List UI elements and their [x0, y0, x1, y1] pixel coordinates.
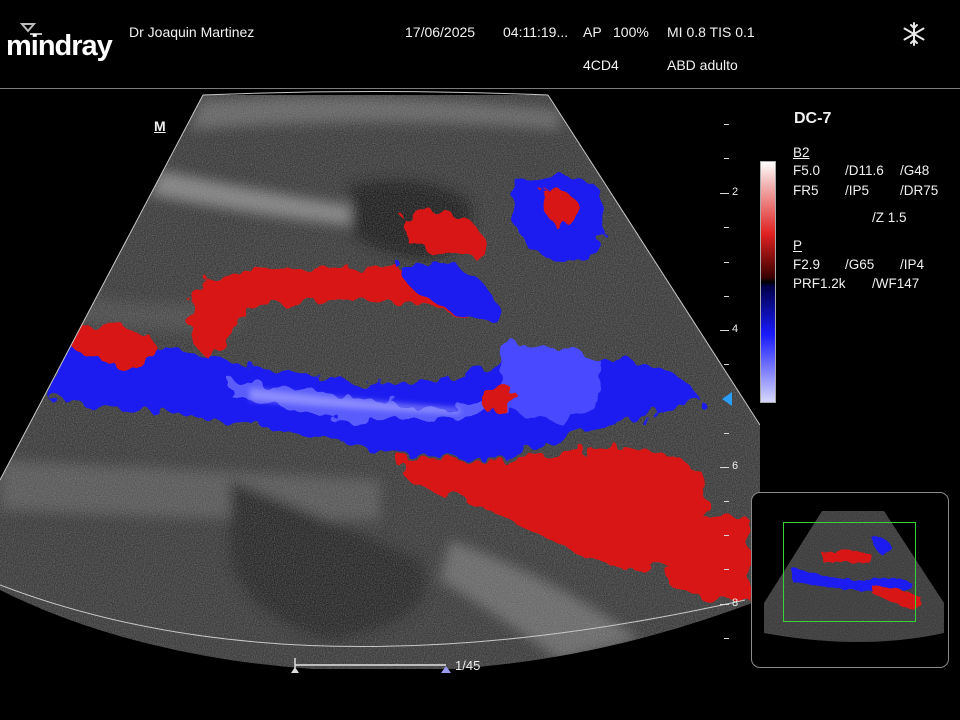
b-mode-title: B2	[793, 145, 810, 160]
depth-label: 2	[732, 186, 739, 198]
color-mode-param: /IP4	[900, 257, 925, 272]
depth-tick	[720, 604, 729, 605]
depth-label: 4	[732, 323, 739, 335]
color-mode-param: PRF1.2k	[793, 276, 846, 291]
depth-tick	[724, 638, 729, 639]
depth-tick	[724, 535, 729, 536]
ap-label: AP	[583, 24, 602, 40]
depth-tick	[724, 433, 729, 434]
depth-tick	[720, 467, 729, 468]
depth-label: 6	[732, 460, 739, 472]
color-roi-box[interactable]	[783, 522, 916, 622]
depth-tick	[724, 364, 729, 365]
depth-tick	[724, 569, 729, 570]
b-mode-param: /DR75	[900, 183, 939, 198]
ultrasound-image[interactable]	[0, 89, 760, 669]
color-mode-param: /G65	[845, 257, 875, 272]
depth-tick	[720, 193, 729, 194]
depth-tick	[724, 158, 729, 159]
cine-frame-counter: 1/45	[455, 658, 481, 673]
b-mode-param: FR5	[793, 183, 819, 198]
mi-tis-readout: MI 0.8 TIS 0.1	[667, 24, 755, 40]
color-velocity-bar	[760, 161, 776, 403]
depth-tick	[724, 262, 729, 263]
b-mode-param: /Z 1.5	[872, 210, 907, 225]
brand-logo: mindray	[6, 30, 113, 62]
color-mode-param: F2.9	[793, 257, 821, 272]
orientation-marker: M	[154, 118, 166, 134]
probe-name: DC-7	[794, 110, 832, 127]
snowflake-icon[interactable]	[901, 21, 927, 47]
depth-tick	[724, 501, 729, 502]
overview-thumbnail[interactable]	[751, 492, 949, 668]
exam-time: 04:11:19...	[503, 24, 569, 40]
ap-percent: 100%	[613, 24, 649, 40]
operator-name: Dr Joaquin Martinez	[129, 24, 255, 40]
color-mode-title: P	[793, 238, 803, 253]
cine-track[interactable]	[295, 664, 446, 666]
focus-marker-icon[interactable]	[722, 392, 732, 406]
b-mode-param: /D11.6	[845, 163, 884, 178]
depth-label: 8	[732, 597, 739, 609]
b-mode-param: /IP5	[845, 183, 870, 198]
exam-date: 17/06/2025	[405, 24, 476, 40]
depth-tick	[724, 227, 729, 228]
exam-preset: ABD adulto	[667, 57, 738, 73]
b-mode-param: /G48	[900, 163, 930, 178]
depth-tick	[724, 296, 729, 297]
b-mode-param: F5.0	[793, 163, 821, 178]
depth-tick	[720, 330, 729, 331]
depth-tick	[724, 124, 729, 125]
color-mode-param: /WF147	[872, 276, 920, 291]
cine-end-marker-icon[interactable]	[440, 664, 452, 674]
preset-code: 4CD4	[583, 57, 619, 73]
cine-start-marker-icon[interactable]	[289, 658, 301, 674]
